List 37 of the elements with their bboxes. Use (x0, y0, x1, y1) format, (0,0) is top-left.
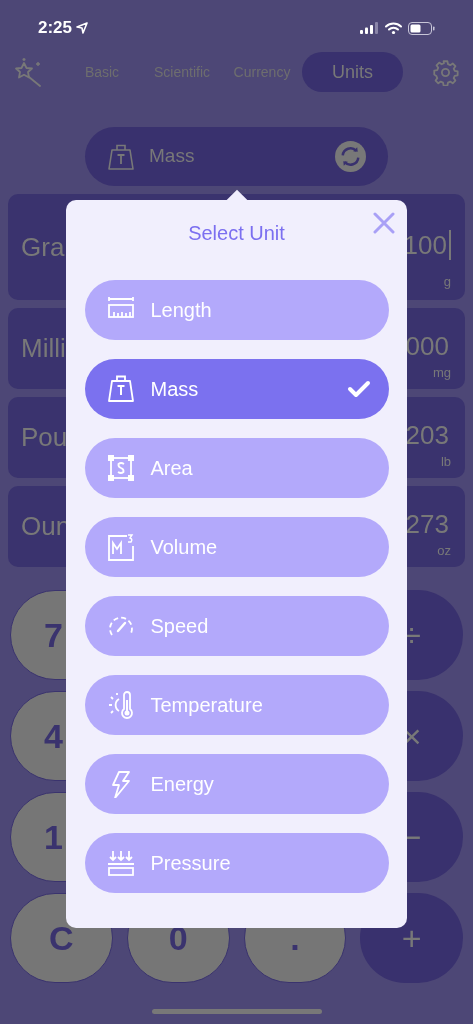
thermometer-icon (106, 691, 135, 719)
weight-icon (107, 143, 135, 170)
refresh-icon[interactable] (335, 141, 366, 172)
area-square-icon (106, 454, 135, 482)
unit-type-option[interactable]: Area (84, 438, 389, 498)
signal-icon (360, 22, 379, 34)
unit-value: 000 (405, 330, 450, 361)
unit-symbol: oz (437, 541, 451, 560)
tab[interactable]: Units (302, 52, 403, 92)
pressure-icon (106, 849, 135, 877)
settings-icon[interactable] (432, 58, 459, 86)
cube-meter-icon (106, 533, 135, 561)
close-icon[interactable] (373, 212, 395, 234)
status-time: 2:25 (38, 17, 73, 40)
checkmark-icon (346, 380, 371, 398)
category-button[interactable]: Mass (85, 127, 388, 186)
location-arrow-icon (76, 22, 89, 34)
unit-type-option[interactable]: Mass (84, 359, 389, 419)
unit-name: Milli (21, 332, 66, 365)
magic-wand-icon[interactable] (14, 57, 42, 87)
unit-symbol: g (443, 273, 451, 292)
unit-value: 203 (405, 419, 450, 450)
dialog-title: Select Unit (188, 220, 285, 246)
battery-icon (408, 21, 435, 35)
unit-name: Pou (21, 421, 68, 454)
unit-type-option[interactable]: Pressure (84, 833, 389, 893)
unit-type-option[interactable]: Temperature (84, 675, 389, 735)
weight-icon (106, 375, 135, 403)
wifi-icon (385, 22, 402, 34)
unit-type-option[interactable]: Length (84, 280, 389, 340)
unit-type-option[interactable]: Volume (84, 517, 389, 577)
unit-type-option[interactable]: Speed (84, 596, 389, 656)
unit-name: Gra (21, 230, 65, 264)
unit-type-option[interactable]: Energy (84, 754, 389, 814)
unit-symbol: mg (432, 363, 451, 382)
unit-symbol: lb (440, 452, 451, 471)
unit-value: 273 (405, 508, 450, 539)
